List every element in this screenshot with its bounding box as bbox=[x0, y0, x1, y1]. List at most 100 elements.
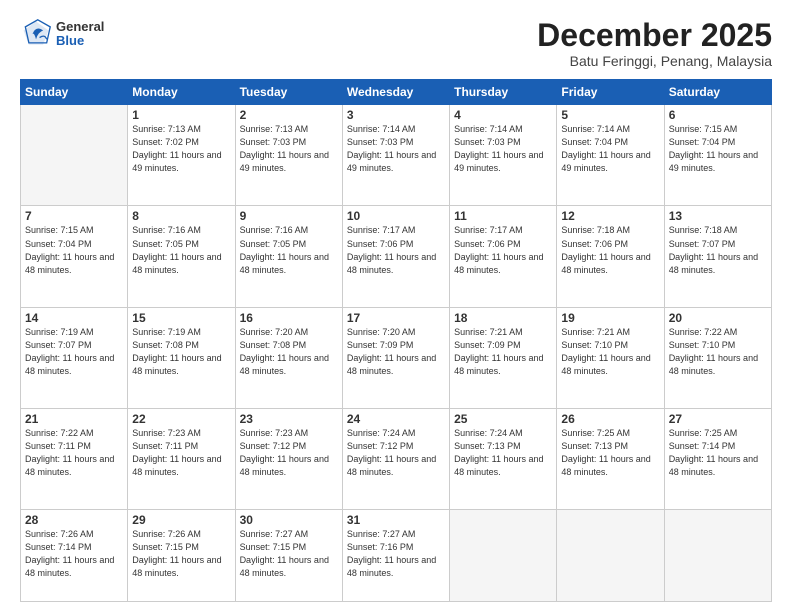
day-number: 17 bbox=[347, 311, 445, 325]
calendar-cell: 18Sunrise: 7:21 AM Sunset: 7:09 PM Dayli… bbox=[450, 307, 557, 408]
day-info: Sunrise: 7:21 AM Sunset: 7:09 PM Dayligh… bbox=[454, 326, 552, 378]
calendar-cell: 7Sunrise: 7:15 AM Sunset: 7:04 PM Daylig… bbox=[21, 206, 128, 307]
day-info: Sunrise: 7:27 AM Sunset: 7:16 PM Dayligh… bbox=[347, 528, 445, 580]
day-number: 13 bbox=[669, 209, 767, 223]
day-number: 9 bbox=[240, 209, 338, 223]
calendar-cell: 8Sunrise: 7:16 AM Sunset: 7:05 PM Daylig… bbox=[128, 206, 235, 307]
calendar-cell: 5Sunrise: 7:14 AM Sunset: 7:04 PM Daylig… bbox=[557, 105, 664, 206]
calendar-cell: 2Sunrise: 7:13 AM Sunset: 7:03 PM Daylig… bbox=[235, 105, 342, 206]
calendar-cell: 3Sunrise: 7:14 AM Sunset: 7:03 PM Daylig… bbox=[342, 105, 449, 206]
calendar-cell: 21Sunrise: 7:22 AM Sunset: 7:11 PM Dayli… bbox=[21, 409, 128, 510]
calendar-cell: 17Sunrise: 7:20 AM Sunset: 7:09 PM Dayli… bbox=[342, 307, 449, 408]
day-info: Sunrise: 7:24 AM Sunset: 7:13 PM Dayligh… bbox=[454, 427, 552, 479]
day-info: Sunrise: 7:16 AM Sunset: 7:05 PM Dayligh… bbox=[132, 224, 230, 276]
calendar-cell bbox=[450, 510, 557, 602]
day-info: Sunrise: 7:24 AM Sunset: 7:12 PM Dayligh… bbox=[347, 427, 445, 479]
logo-general: General bbox=[56, 20, 104, 34]
day-number: 28 bbox=[25, 513, 123, 527]
weekday-header: Friday bbox=[557, 80, 664, 105]
day-info: Sunrise: 7:14 AM Sunset: 7:03 PM Dayligh… bbox=[454, 123, 552, 175]
logo: General Blue bbox=[20, 18, 104, 50]
day-number: 16 bbox=[240, 311, 338, 325]
day-info: Sunrise: 7:20 AM Sunset: 7:08 PM Dayligh… bbox=[240, 326, 338, 378]
day-number: 25 bbox=[454, 412, 552, 426]
day-info: Sunrise: 7:14 AM Sunset: 7:03 PM Dayligh… bbox=[347, 123, 445, 175]
day-number: 22 bbox=[132, 412, 230, 426]
weekday-header: Sunday bbox=[21, 80, 128, 105]
day-info: Sunrise: 7:26 AM Sunset: 7:14 PM Dayligh… bbox=[25, 528, 123, 580]
day-info: Sunrise: 7:13 AM Sunset: 7:03 PM Dayligh… bbox=[240, 123, 338, 175]
title-block: December 2025 Batu Feringgi, Penang, Mal… bbox=[537, 18, 772, 69]
day-number: 4 bbox=[454, 108, 552, 122]
day-number: 10 bbox=[347, 209, 445, 223]
day-number: 7 bbox=[25, 209, 123, 223]
day-number: 14 bbox=[25, 311, 123, 325]
day-info: Sunrise: 7:25 AM Sunset: 7:14 PM Dayligh… bbox=[669, 427, 767, 479]
calendar-cell: 28Sunrise: 7:26 AM Sunset: 7:14 PM Dayli… bbox=[21, 510, 128, 602]
calendar-cell: 12Sunrise: 7:18 AM Sunset: 7:06 PM Dayli… bbox=[557, 206, 664, 307]
day-info: Sunrise: 7:18 AM Sunset: 7:06 PM Dayligh… bbox=[561, 224, 659, 276]
calendar-cell: 16Sunrise: 7:20 AM Sunset: 7:08 PM Dayli… bbox=[235, 307, 342, 408]
day-info: Sunrise: 7:15 AM Sunset: 7:04 PM Dayligh… bbox=[25, 224, 123, 276]
day-info: Sunrise: 7:26 AM Sunset: 7:15 PM Dayligh… bbox=[132, 528, 230, 580]
day-info: Sunrise: 7:13 AM Sunset: 7:02 PM Dayligh… bbox=[132, 123, 230, 175]
page: General Blue December 2025 Batu Feringgi… bbox=[0, 0, 792, 612]
calendar-week-row: 7Sunrise: 7:15 AM Sunset: 7:04 PM Daylig… bbox=[21, 206, 772, 307]
day-number: 12 bbox=[561, 209, 659, 223]
calendar-cell: 10Sunrise: 7:17 AM Sunset: 7:06 PM Dayli… bbox=[342, 206, 449, 307]
day-number: 11 bbox=[454, 209, 552, 223]
day-number: 3 bbox=[347, 108, 445, 122]
calendar-cell: 25Sunrise: 7:24 AM Sunset: 7:13 PM Dayli… bbox=[450, 409, 557, 510]
calendar-cell: 14Sunrise: 7:19 AM Sunset: 7:07 PM Dayli… bbox=[21, 307, 128, 408]
day-info: Sunrise: 7:25 AM Sunset: 7:13 PM Dayligh… bbox=[561, 427, 659, 479]
calendar-table: SundayMondayTuesdayWednesdayThursdayFrid… bbox=[20, 79, 772, 602]
day-info: Sunrise: 7:23 AM Sunset: 7:12 PM Dayligh… bbox=[240, 427, 338, 479]
day-info: Sunrise: 7:27 AM Sunset: 7:15 PM Dayligh… bbox=[240, 528, 338, 580]
calendar-cell: 11Sunrise: 7:17 AM Sunset: 7:06 PM Dayli… bbox=[450, 206, 557, 307]
day-info: Sunrise: 7:18 AM Sunset: 7:07 PM Dayligh… bbox=[669, 224, 767, 276]
calendar-cell bbox=[21, 105, 128, 206]
day-info: Sunrise: 7:14 AM Sunset: 7:04 PM Dayligh… bbox=[561, 123, 659, 175]
weekday-header-row: SundayMondayTuesdayWednesdayThursdayFrid… bbox=[21, 80, 772, 105]
day-info: Sunrise: 7:22 AM Sunset: 7:10 PM Dayligh… bbox=[669, 326, 767, 378]
day-number: 23 bbox=[240, 412, 338, 426]
calendar-cell: 29Sunrise: 7:26 AM Sunset: 7:15 PM Dayli… bbox=[128, 510, 235, 602]
day-number: 30 bbox=[240, 513, 338, 527]
logo-icon bbox=[20, 18, 52, 50]
day-number: 31 bbox=[347, 513, 445, 527]
day-info: Sunrise: 7:16 AM Sunset: 7:05 PM Dayligh… bbox=[240, 224, 338, 276]
day-info: Sunrise: 7:17 AM Sunset: 7:06 PM Dayligh… bbox=[454, 224, 552, 276]
calendar-week-row: 14Sunrise: 7:19 AM Sunset: 7:07 PM Dayli… bbox=[21, 307, 772, 408]
day-number: 26 bbox=[561, 412, 659, 426]
calendar-cell: 20Sunrise: 7:22 AM Sunset: 7:10 PM Dayli… bbox=[664, 307, 771, 408]
calendar-cell: 31Sunrise: 7:27 AM Sunset: 7:16 PM Dayli… bbox=[342, 510, 449, 602]
day-number: 6 bbox=[669, 108, 767, 122]
day-number: 21 bbox=[25, 412, 123, 426]
day-number: 19 bbox=[561, 311, 659, 325]
calendar-cell: 4Sunrise: 7:14 AM Sunset: 7:03 PM Daylig… bbox=[450, 105, 557, 206]
day-number: 8 bbox=[132, 209, 230, 223]
day-info: Sunrise: 7:21 AM Sunset: 7:10 PM Dayligh… bbox=[561, 326, 659, 378]
location: Batu Feringgi, Penang, Malaysia bbox=[537, 53, 772, 69]
logo-text: General Blue bbox=[56, 20, 104, 49]
calendar-week-row: 28Sunrise: 7:26 AM Sunset: 7:14 PM Dayli… bbox=[21, 510, 772, 602]
day-number: 1 bbox=[132, 108, 230, 122]
weekday-header: Thursday bbox=[450, 80, 557, 105]
calendar-cell: 1Sunrise: 7:13 AM Sunset: 7:02 PM Daylig… bbox=[128, 105, 235, 206]
calendar-week-row: 21Sunrise: 7:22 AM Sunset: 7:11 PM Dayli… bbox=[21, 409, 772, 510]
calendar-cell: 24Sunrise: 7:24 AM Sunset: 7:12 PM Dayli… bbox=[342, 409, 449, 510]
day-number: 5 bbox=[561, 108, 659, 122]
calendar-week-row: 1Sunrise: 7:13 AM Sunset: 7:02 PM Daylig… bbox=[21, 105, 772, 206]
calendar-cell bbox=[557, 510, 664, 602]
day-info: Sunrise: 7:22 AM Sunset: 7:11 PM Dayligh… bbox=[25, 427, 123, 479]
day-number: 15 bbox=[132, 311, 230, 325]
calendar-cell: 19Sunrise: 7:21 AM Sunset: 7:10 PM Dayli… bbox=[557, 307, 664, 408]
calendar-cell: 9Sunrise: 7:16 AM Sunset: 7:05 PM Daylig… bbox=[235, 206, 342, 307]
calendar-cell: 15Sunrise: 7:19 AM Sunset: 7:08 PM Dayli… bbox=[128, 307, 235, 408]
day-info: Sunrise: 7:15 AM Sunset: 7:04 PM Dayligh… bbox=[669, 123, 767, 175]
weekday-header: Tuesday bbox=[235, 80, 342, 105]
calendar-cell: 23Sunrise: 7:23 AM Sunset: 7:12 PM Dayli… bbox=[235, 409, 342, 510]
day-number: 20 bbox=[669, 311, 767, 325]
weekday-header: Monday bbox=[128, 80, 235, 105]
calendar-cell: 26Sunrise: 7:25 AM Sunset: 7:13 PM Dayli… bbox=[557, 409, 664, 510]
